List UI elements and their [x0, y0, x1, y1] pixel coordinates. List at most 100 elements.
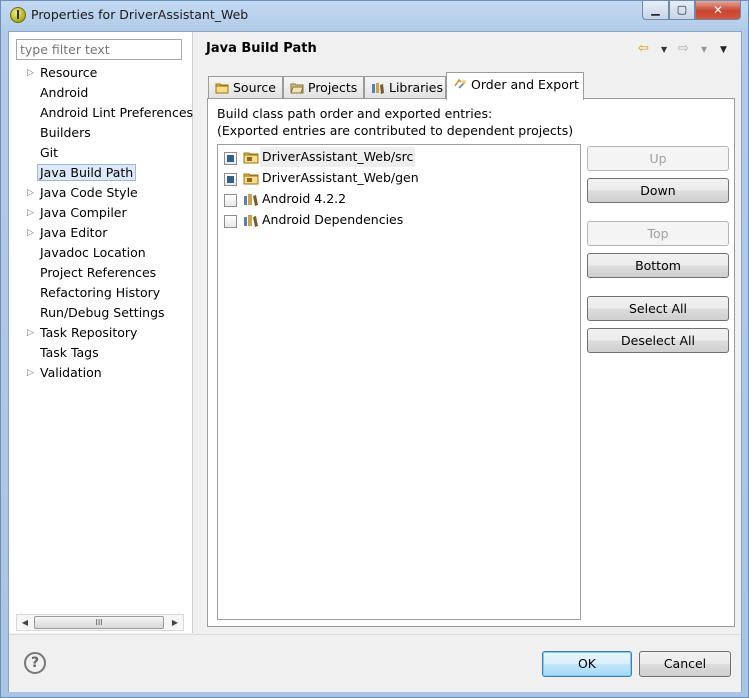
- down-button[interactable]: Down: [587, 178, 729, 203]
- source-folder-icon: [243, 173, 259, 185]
- dialog-button-bar: ? OK Cancel: [9, 634, 741, 692]
- order-export-panel: Build class path order and exported entr…: [207, 98, 735, 627]
- select-all-button[interactable]: Select All: [587, 296, 729, 321]
- library-icon: [244, 215, 258, 227]
- deselect-all-button[interactable]: Deselect All: [587, 328, 729, 353]
- back-dropdown-icon[interactable]: ▼: [661, 45, 667, 54]
- tree-item-label: Java Build Path: [37, 164, 137, 181]
- tree-item-label: Run/Debug Settings: [40, 305, 165, 320]
- source-folder-icon: [243, 152, 259, 164]
- tree-item-label: Android: [40, 85, 89, 100]
- description-line: Build class path order and exported entr…: [217, 106, 493, 121]
- tree-item-refactoring-history[interactable]: Refactoring History: [9, 283, 192, 303]
- maximize-button[interactable]: ▢: [669, 1, 695, 20]
- export-checkbox[interactable]: [224, 215, 237, 228]
- tree-item-task-tags[interactable]: Task Tags: [9, 343, 192, 363]
- tab-label: Projects: [308, 80, 358, 95]
- tree-item-label: Task Repository: [40, 325, 138, 340]
- title-bar[interactable]: Properties for DriverAssistant_Web ▁ ▢ ✕: [1, 1, 748, 31]
- expand-arrow-icon[interactable]: ▷: [27, 323, 34, 343]
- help-icon[interactable]: ?: [24, 652, 46, 674]
- scroll-left-icon[interactable]: ◀: [17, 615, 33, 630]
- export-checkbox[interactable]: [224, 194, 237, 207]
- expand-arrow-icon[interactable]: ▷: [27, 63, 34, 83]
- tree-item-label: Refactoring History: [40, 285, 161, 300]
- order-export-icon: [454, 78, 466, 89]
- tree-item-java-editor[interactable]: ▷ Java Editor: [9, 223, 192, 243]
- expand-arrow-icon[interactable]: ▷: [27, 203, 34, 223]
- tree-item-run-debug-settings[interactable]: Run/Debug Settings: [9, 303, 192, 323]
- tree-item-label: Validation: [40, 365, 102, 380]
- tab-libraries[interactable]: Libraries: [364, 76, 446, 99]
- list-item[interactable]: Android 4.2.2: [218, 189, 408, 209]
- entry-label: Android Dependencies: [262, 212, 404, 227]
- tree-item-label: Java Compiler: [40, 205, 127, 220]
- export-checkbox[interactable]: [224, 173, 237, 186]
- tree-item-resource[interactable]: ▷ Resource: [9, 63, 192, 83]
- expand-arrow-icon[interactable]: ▷: [27, 183, 34, 203]
- entry-label: DriverAssistant_Web/gen: [262, 170, 419, 185]
- window-title: Properties for DriverAssistant_Web: [31, 7, 249, 22]
- preferences-tree: ▷ Resource Android Android Lint Preferenc…: [9, 63, 194, 383]
- list-item[interactable]: DriverAssistant_Web/src: [218, 147, 416, 167]
- filter-input[interactable]: [16, 39, 182, 60]
- tree-item-label: Git: [40, 145, 59, 160]
- ok-button[interactable]: OK: [542, 651, 632, 677]
- library-icon: [244, 194, 258, 206]
- tree-item-javadoc-location[interactable]: Javadoc Location: [9, 243, 192, 263]
- entry-label: Android 4.2.2: [262, 191, 347, 206]
- projects-folder-icon: [290, 83, 304, 94]
- tab-order-and-export[interactable]: Order and Export: [446, 72, 584, 100]
- preferences-sidebar: ▷ Resource Android Android Lint Preferenc…: [9, 32, 193, 633]
- arrow-right-icon[interactable]: ⇨: [678, 41, 689, 56]
- close-button[interactable]: ✕: [695, 1, 741, 20]
- libraries-icon: [372, 83, 384, 94]
- bottom-button[interactable]: Bottom: [587, 253, 729, 278]
- source-folder-icon: [215, 83, 229, 94]
- page-title: Java Build Path: [206, 41, 317, 56]
- tree-item-java-code-style[interactable]: ▷ Java Code Style: [9, 183, 192, 203]
- top-button[interactable]: Top: [587, 221, 729, 246]
- tree-item-java-compiler[interactable]: ▷ Java Compiler: [9, 203, 192, 223]
- scroll-thumb[interactable]: III: [34, 616, 164, 629]
- tree-item-label: Project References: [40, 265, 157, 280]
- tree-item-android[interactable]: Android: [9, 83, 192, 103]
- properties-window: Properties for DriverAssistant_Web ▁ ▢ ✕…: [0, 0, 749, 698]
- tree-item-label: Javadoc Location: [40, 245, 146, 260]
- tree-item-builders[interactable]: Builders: [9, 123, 192, 143]
- tree-item-task-repository[interactable]: ▷ Task Repository: [9, 323, 192, 343]
- tree-item-android-lint[interactable]: Android Lint Preferences: [9, 103, 194, 123]
- view-menu-icon[interactable]: ▼: [720, 45, 727, 55]
- tab-label: Source: [233, 80, 276, 95]
- tree-item-label: Java Code Style: [40, 185, 138, 200]
- forward-dropdown-icon[interactable]: ▼: [701, 45, 707, 54]
- tree-item-label: Builders: [40, 125, 91, 140]
- tree-item-project-references[interactable]: Project References: [9, 263, 192, 283]
- list-item[interactable]: Android Dependencies: [218, 210, 408, 230]
- eclipse-app-icon: [10, 7, 26, 23]
- tree-item-label: Java Editor: [40, 225, 108, 240]
- minimize-button[interactable]: ▁: [642, 1, 669, 20]
- tree-item-label: Task Tags: [40, 345, 99, 360]
- tree-item-git[interactable]: Git: [9, 143, 192, 163]
- tab-label: Order and Export: [471, 77, 579, 92]
- export-checkbox[interactable]: [224, 152, 237, 165]
- expand-arrow-icon[interactable]: ▷: [27, 223, 34, 243]
- tree-item-java-build-path[interactable]: Java Build Path: [9, 163, 192, 183]
- entry-label: DriverAssistant_Web/src: [260, 147, 416, 167]
- sidebar-horizontal-scrollbar[interactable]: ◀ III ▶: [16, 614, 184, 631]
- list-item[interactable]: DriverAssistant_Web/gen: [218, 168, 419, 188]
- arrow-left-icon[interactable]: ⇦: [638, 41, 649, 56]
- dialog-client-area: ▷ Resource Android Android Lint Preferenc…: [8, 31, 742, 692]
- tree-item-label: Android Lint Preferences: [40, 105, 194, 120]
- tab-label: Libraries: [389, 80, 443, 95]
- description-line: (Exported entries are contributed to dep…: [217, 123, 574, 138]
- expand-arrow-icon[interactable]: ▷: [27, 363, 34, 383]
- scroll-right-icon[interactable]: ▶: [167, 615, 183, 630]
- cancel-button[interactable]: Cancel: [639, 651, 731, 677]
- tab-source[interactable]: Source: [208, 76, 283, 99]
- classpath-entry-list[interactable]: DriverAssistant_Web/src DriverAssistant_…: [217, 144, 581, 620]
- tree-item-validation[interactable]: ▷ Validation: [9, 363, 192, 383]
- tab-projects[interactable]: Projects: [283, 76, 364, 99]
- up-button[interactable]: Up: [587, 146, 729, 171]
